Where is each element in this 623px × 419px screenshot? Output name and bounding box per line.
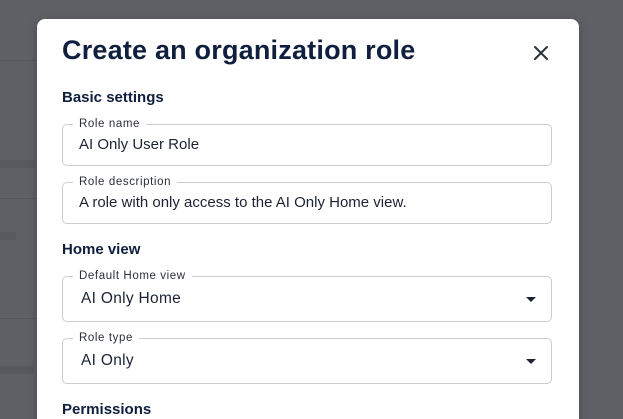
default-home-view-value: AI Only Home xyxy=(81,290,182,307)
basic-settings-heading: Basic settings xyxy=(62,89,164,106)
close-icon xyxy=(534,46,548,60)
chevron-down-icon[interactable] xyxy=(526,297,536,302)
background-divider xyxy=(0,60,40,61)
default-home-view-label: Default Home view xyxy=(73,269,192,283)
background-text xyxy=(0,366,34,374)
background-divider xyxy=(0,318,40,319)
dialog-title: Create an organization role xyxy=(62,35,416,65)
role-name-field[interactable]: Role name AI Only User Role xyxy=(62,117,552,166)
permissions-heading: Permissions xyxy=(62,401,152,418)
background-divider xyxy=(0,198,40,199)
close-button[interactable] xyxy=(529,41,553,65)
role-description-field[interactable]: Role description A role with only access… xyxy=(62,175,552,224)
background-text xyxy=(0,232,16,240)
role-description-label: Role description xyxy=(73,175,178,189)
home-view-heading: Home view xyxy=(62,241,141,258)
role-type-select[interactable]: Role type AI Only xyxy=(62,331,552,384)
chevron-down-icon[interactable] xyxy=(526,359,536,364)
role-type-value: AI Only xyxy=(81,352,134,369)
role-type-label: Role type xyxy=(73,331,139,345)
role-name-label: Role name xyxy=(73,117,147,131)
create-role-dialog: Create an organization role Basic settin… xyxy=(37,19,579,419)
default-home-view-select[interactable]: Default Home view AI Only Home xyxy=(62,269,552,322)
role-description-input[interactable]: A role with only access to the AI Only H… xyxy=(79,194,407,212)
background-text xyxy=(0,160,36,168)
role-name-input[interactable]: AI Only User Role xyxy=(79,136,199,154)
